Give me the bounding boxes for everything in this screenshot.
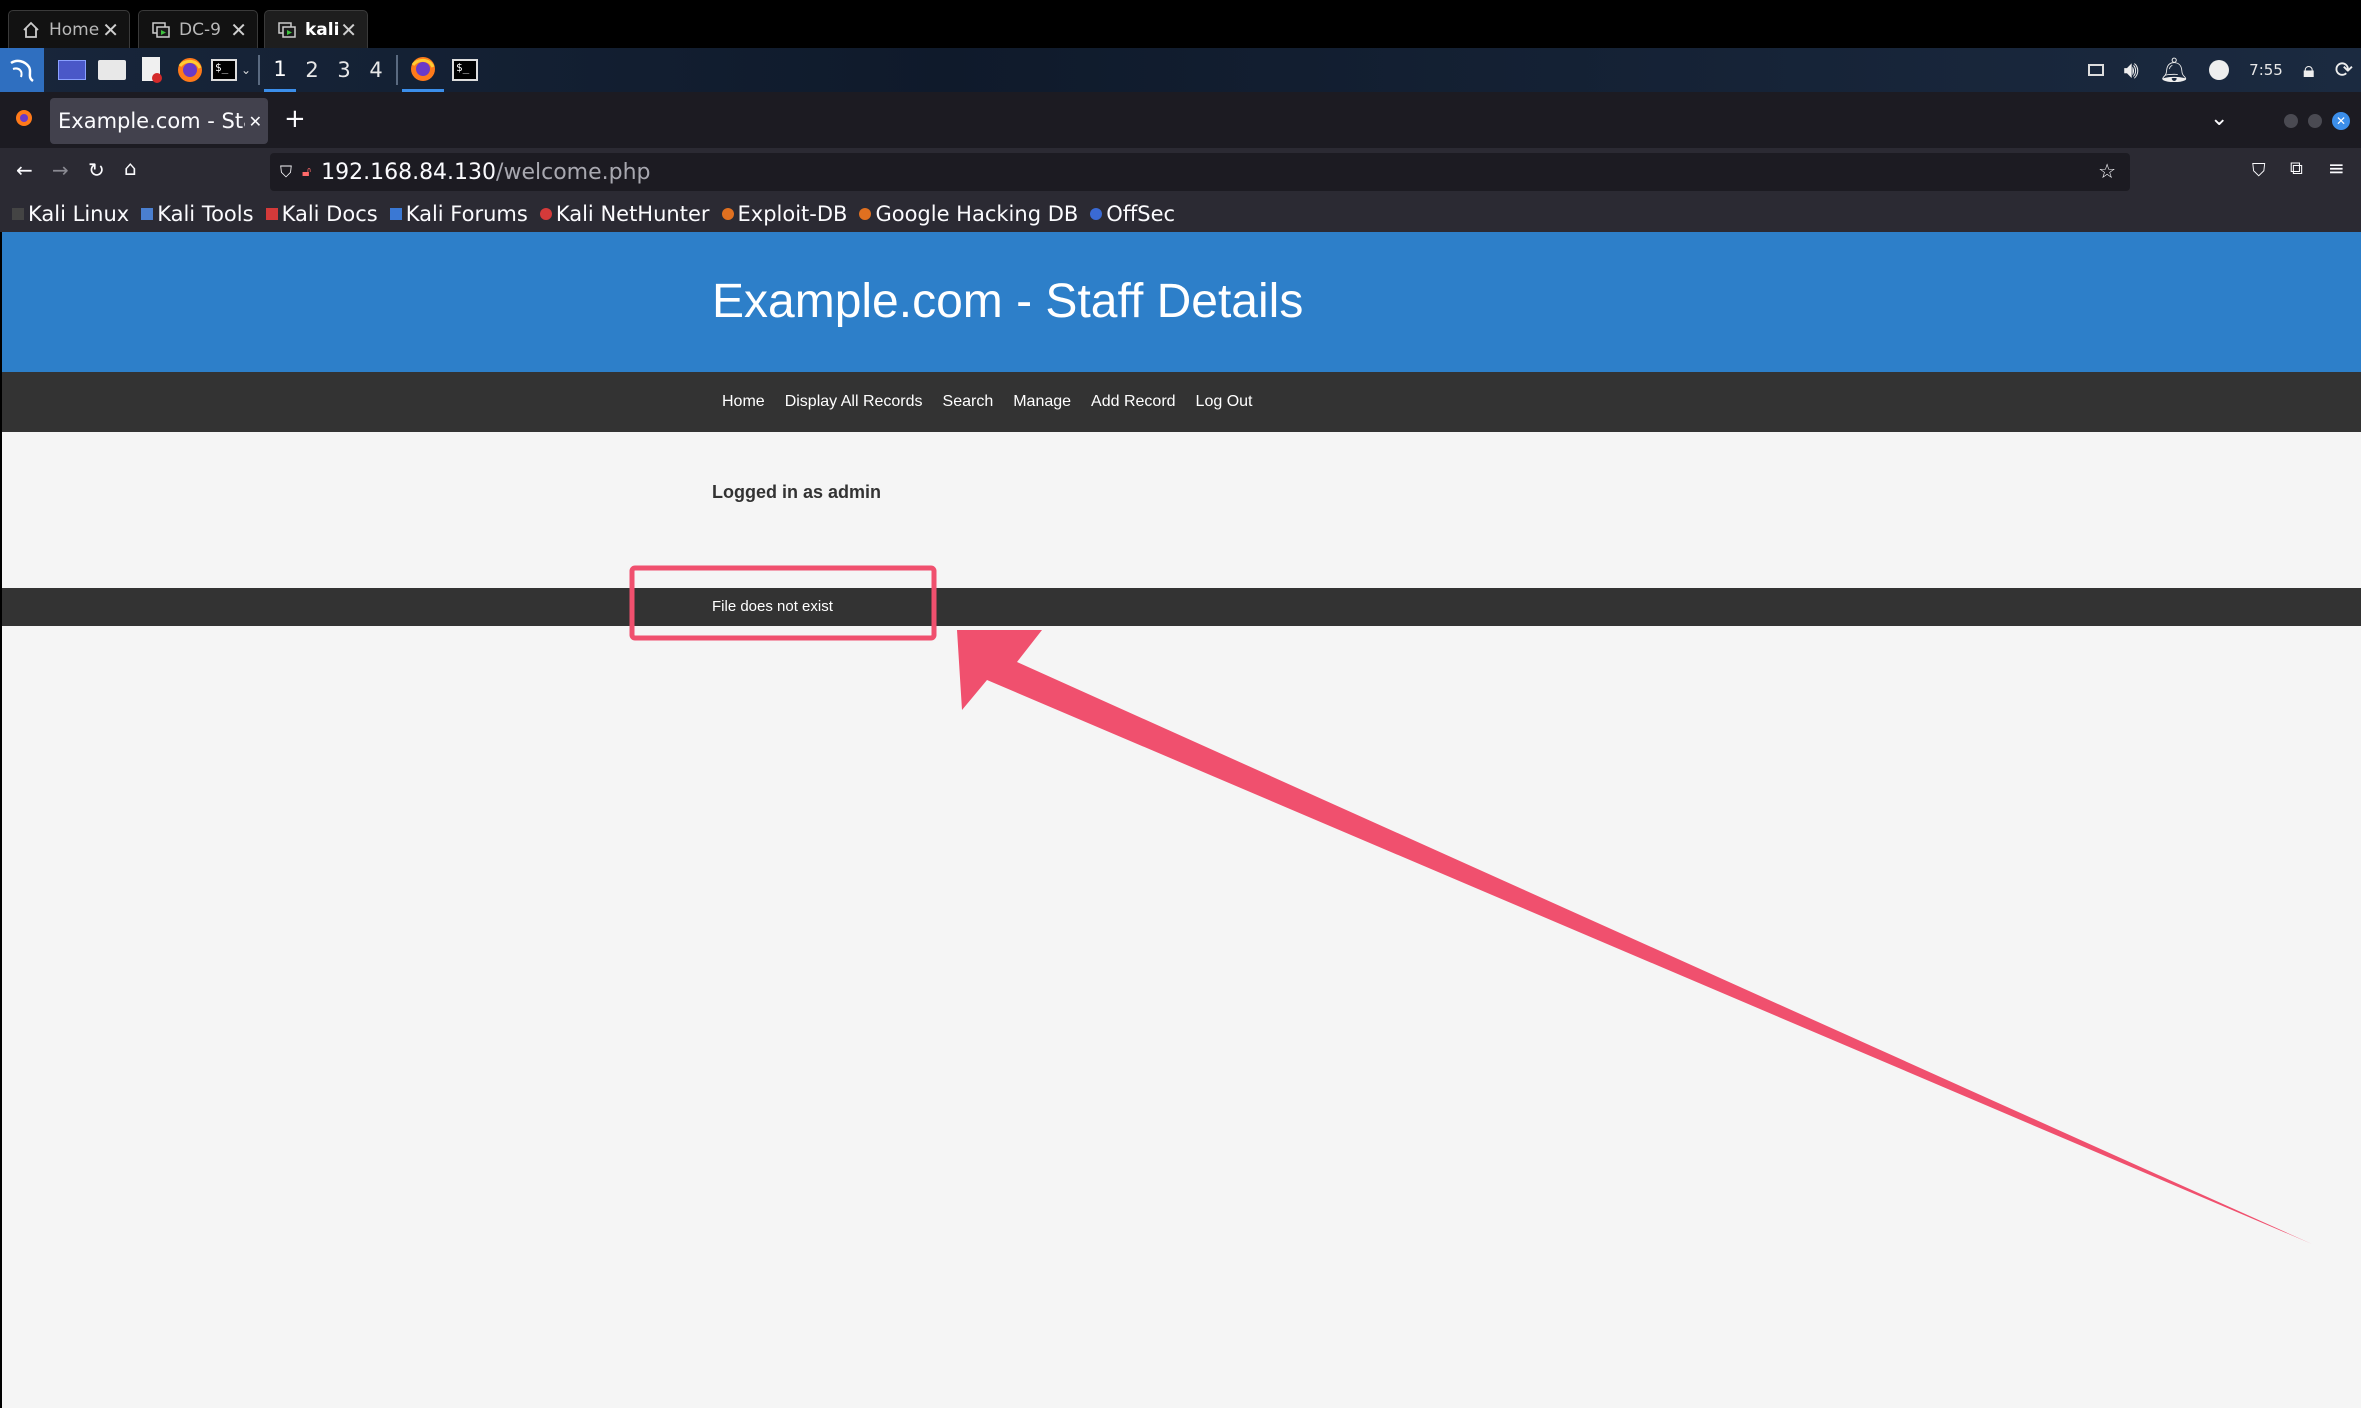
nav-log-out[interactable]: Log Out <box>1196 393 1253 411</box>
bookmark-star-icon[interactable]: ☆ <box>2098 159 2116 183</box>
page-viewport: Example.com - Staff Details Home Display… <box>2 232 2361 1408</box>
bookmark-google-hacking-db[interactable]: Google Hacking DB <box>859 202 1078 226</box>
url-host: 192.168.84.130 <box>321 159 497 185</box>
pocket-icon[interactable]: ⛉ <box>2252 160 2266 181</box>
display-icon[interactable] <box>2087 64 2104 76</box>
bookmark-offsec[interactable]: OffSec <box>1090 202 1175 226</box>
site-nav: Home Display All Records Search Manage A… <box>2 372 2361 432</box>
kali-tools-favicon <box>141 208 154 220</box>
url-bar[interactable]: ⛉ 🔓︎ 192.168.84.130/welcome.php ☆ <box>270 153 2130 191</box>
nethunter-favicon <box>539 208 552 220</box>
firefox-launcher-icon[interactable] <box>172 48 208 92</box>
bookmark-kali-docs[interactable]: Kali Docs <box>265 202 378 226</box>
logout-icon[interactable]: ⟳ <box>2335 58 2353 83</box>
ghdb-favicon <box>859 208 872 220</box>
kali-forums-favicon <box>389 208 402 220</box>
bookmark-kali-linux[interactable]: Kali Linux <box>12 202 129 226</box>
page-title: Example.com - Staff Details <box>712 275 1304 328</box>
volume-icon[interactable]: 🔊︎ <box>2124 56 2139 84</box>
power-manager-icon[interactable] <box>2209 60 2230 80</box>
vm-tab-label: DC-9 <box>179 19 221 40</box>
system-tray: 🔊︎ 🔔︎ 7:55 🔒︎ ⟳ <box>2087 48 2353 92</box>
maximize-button[interactable] <box>2308 114 2322 128</box>
offsec-favicon <box>1090 208 1103 220</box>
lock-icon[interactable]: 🔒︎ <box>2303 58 2315 83</box>
shield-icon[interactable]: ⛉ <box>280 162 292 182</box>
separator <box>396 55 398 85</box>
vm-icon <box>277 20 297 40</box>
kali-menu-icon[interactable] <box>0 48 44 92</box>
firefox-tab-bar: Example.com - Sta ✕ + ⌄ ✕ <box>0 92 2361 148</box>
firefox-nav-bar: ← → ↻ ⌂ ⛉ 🔓︎ 192.168.84.130/welcome.php … <box>0 148 2361 196</box>
workspace-4[interactable]: 4 <box>360 48 392 92</box>
close-window-button[interactable]: ✕ <box>2332 112 2350 130</box>
firefox-view-icon[interactable] <box>14 108 34 132</box>
bookmark-kali-nethunter[interactable]: Kali NetHunter <box>539 202 710 226</box>
text-editor-icon[interactable] <box>132 48 172 92</box>
back-arrow-icon[interactable]: ← <box>16 158 33 182</box>
kali-docs-favicon <box>265 208 278 220</box>
vm-tab-home[interactable]: Home ✕ <box>8 10 130 48</box>
annotation-arrow <box>957 630 2312 1244</box>
close-icon[interactable]: ✕ <box>102 18 119 42</box>
vm-tab-label: kali <box>305 19 340 40</box>
extensions-icon[interactable]: ⧉ <box>2290 158 2303 179</box>
chevron-down-icon[interactable]: ⌄ <box>241 63 251 77</box>
firefox-window-button[interactable] <box>402 48 444 92</box>
bookmarks-toolbar: Kali Linux Kali Tools Kali Docs Kali For… <box>0 196 2361 232</box>
nav-manage[interactable]: Manage <box>1013 393 1071 411</box>
home-icon[interactable]: ⌂ <box>124 156 137 180</box>
bookmark-kali-forums[interactable]: Kali Forums <box>389 202 528 226</box>
browser-tab[interactable]: Example.com - Sta ✕ <box>50 98 268 144</box>
workspace-1[interactable]: 1 <box>264 48 296 92</box>
close-icon[interactable]: ✕ <box>249 112 262 131</box>
bookmark-exploit-db[interactable]: Exploit-DB <box>721 202 847 226</box>
file-not-exist-message: File does not exist <box>712 598 833 615</box>
kali-panel: $_ ⌄ 1 2 3 4 $_ 🔊︎ 🔔︎ 7:55 🔒︎ ⟳ <box>0 48 2361 92</box>
nav-home[interactable]: Home <box>722 393 765 411</box>
lock-insecure-icon[interactable]: 🔓︎ <box>302 164 311 180</box>
nav-search[interactable]: Search <box>943 393 994 411</box>
file-manager-icon[interactable] <box>92 48 132 92</box>
nav-display-all-records[interactable]: Display All Records <box>785 393 923 411</box>
terminal-launcher-icon[interactable]: $_ ⌄ <box>208 48 254 92</box>
exploit-db-favicon <box>721 208 734 220</box>
footer-message-bar: File does not exist <box>2 588 2361 626</box>
hamburger-menu-icon[interactable]: ≡ <box>2328 156 2345 180</box>
bookmark-kali-tools[interactable]: Kali Tools <box>141 202 254 226</box>
vm-tab-dc9[interactable]: DC-9 ✕ <box>138 10 258 48</box>
close-icon[interactable]: ✕ <box>230 18 247 42</box>
reload-icon[interactable]: ↻ <box>88 158 105 182</box>
kali-linux-favicon <box>12 208 24 220</box>
browser-tab-title: Example.com - Sta <box>58 109 245 133</box>
minimize-button[interactable] <box>2284 114 2298 128</box>
vm-icon <box>151 20 171 40</box>
nav-add-record[interactable]: Add Record <box>1091 393 1176 411</box>
chevron-down-icon[interactable]: ⌄ <box>2210 106 2228 131</box>
notification-bell-icon[interactable]: 🔔︎ <box>2159 56 2189 84</box>
new-tab-button[interactable]: + <box>284 104 306 134</box>
site-header: Example.com - Staff Details <box>2 232 2361 372</box>
forward-arrow-icon[interactable]: → <box>52 158 69 182</box>
vm-tab-kali[interactable]: kali ✕ <box>264 10 368 48</box>
vm-tab-strip: Home ✕ DC-9 ✕ kali ✕ <box>0 0 2361 48</box>
home-icon <box>21 20 41 40</box>
close-icon[interactable]: ✕ <box>340 18 357 42</box>
workspace-2[interactable]: 2 <box>296 48 328 92</box>
workspace-3[interactable]: 3 <box>328 48 360 92</box>
terminal-window-button[interactable]: $_ <box>444 48 486 92</box>
show-desktop-icon[interactable] <box>52 48 92 92</box>
vm-tab-label: Home <box>49 19 100 40</box>
clock[interactable]: 7:55 <box>2249 61 2283 79</box>
logged-in-status: Logged in as admin <box>712 482 882 502</box>
separator <box>258 55 260 85</box>
url-path: /welcome.php <box>496 159 651 185</box>
